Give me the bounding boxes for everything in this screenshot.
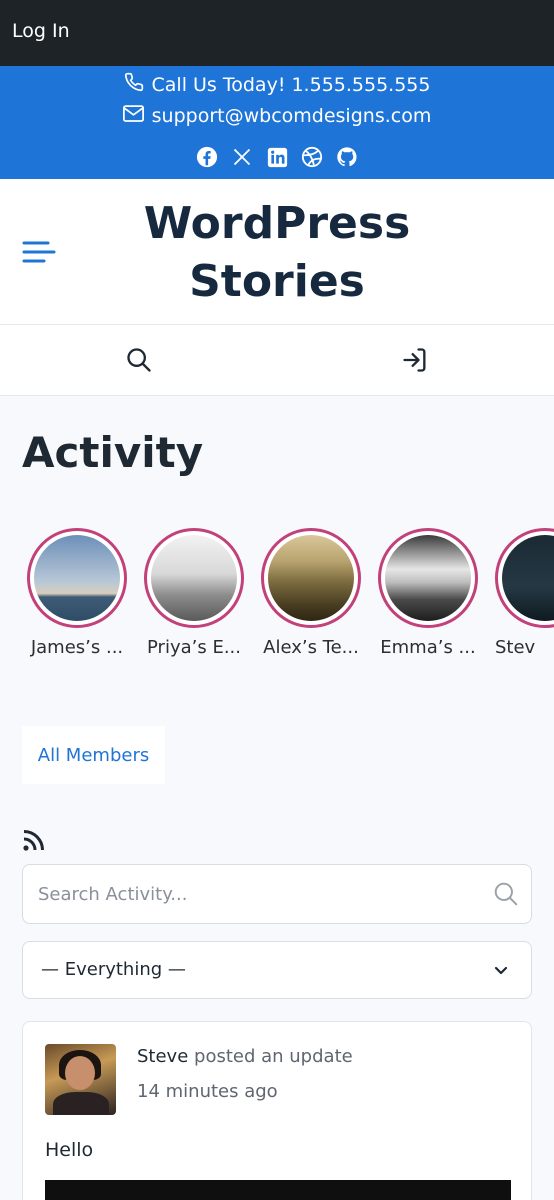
activity-media[interactable] [45, 1180, 511, 1200]
github-icon[interactable] [336, 146, 358, 168]
story-name: Stev [495, 637, 536, 658]
story-thumbnail [151, 535, 237, 621]
avatar[interactable] [45, 1044, 116, 1115]
search-icon[interactable] [125, 346, 153, 374]
story-name: Alex’s Te... [263, 637, 359, 658]
search-placeholder: Search Activity... [38, 884, 188, 905]
story-thumbnail [34, 535, 120, 621]
contact-bar: Call Us Today! 1.555.555.555 support@wbc… [0, 66, 554, 179]
story-item[interactable]: James’s ... [17, 528, 137, 658]
admin-bar: Log In [0, 0, 554, 66]
email-row[interactable]: support@wbcomdesigns.com [0, 105, 554, 127]
activity-action: posted an update [188, 1046, 353, 1067]
activity-meta: Steve posted an update [137, 1046, 353, 1067]
story-thumbnail [268, 535, 354, 621]
stories-row: James’s ... Priya’s E... Alex’s Te... Em… [0, 528, 554, 678]
story-ring [27, 528, 127, 628]
login-icon[interactable] [401, 346, 429, 374]
story-ring [144, 528, 244, 628]
dribbble-icon[interactable] [301, 146, 323, 168]
phone-row[interactable]: Call Us Today! 1.555.555.555 [0, 72, 554, 97]
story-ring [261, 528, 361, 628]
story-ring [378, 528, 478, 628]
story-name: James’s ... [30, 637, 124, 658]
search-icon[interactable] [493, 881, 519, 907]
x-icon[interactable] [231, 146, 253, 168]
story-item[interactable]: Emma’s ... [368, 528, 488, 658]
story-item[interactable]: Alex’s Te... [251, 528, 371, 658]
story-item[interactable]: Stev [485, 528, 554, 658]
filter-selected-value: — Everything — [41, 959, 186, 980]
linkedin-icon[interactable] [266, 146, 288, 168]
activity-content: Hello [45, 1139, 94, 1161]
header-icon-bar [0, 325, 554, 396]
chevron-down-icon [493, 962, 509, 978]
story-item[interactable]: Priya’s E... [134, 528, 254, 658]
story-thumbnail [502, 535, 554, 621]
phone-icon [124, 72, 144, 97]
mail-icon [122, 105, 144, 127]
email-text: support@wbcomdesigns.com [151, 105, 432, 127]
site-title-line1: WordPress [143, 198, 411, 249]
activity-timestamp[interactable]: 14 minutes ago [137, 1081, 278, 1102]
facebook-icon[interactable] [196, 146, 218, 168]
tab-all-members[interactable]: All Members [22, 726, 165, 784]
page-title: Activity [22, 428, 204, 477]
activity-search-input[interactable]: Search Activity... [22, 864, 532, 924]
site-header: WordPress Stories [0, 179, 554, 325]
story-thumbnail [385, 535, 471, 621]
story-ring [495, 528, 554, 628]
admin-login-link[interactable]: Log In [12, 20, 70, 42]
activity-item: Steve posted an update 14 minutes ago He… [22, 1021, 532, 1200]
social-links [0, 146, 554, 168]
story-name: Emma’s ... [380, 637, 476, 658]
site-title-line2: Stories [189, 256, 365, 307]
rss-icon[interactable] [22, 828, 46, 852]
activity-user-link[interactable]: Steve [137, 1046, 188, 1067]
phone-text: Call Us Today! 1.555.555.555 [151, 73, 431, 96]
site-title[interactable]: WordPress Stories [0, 195, 554, 311]
activity-filter-select[interactable]: — Everything — [22, 941, 532, 999]
story-name: Priya’s E... [147, 637, 241, 658]
